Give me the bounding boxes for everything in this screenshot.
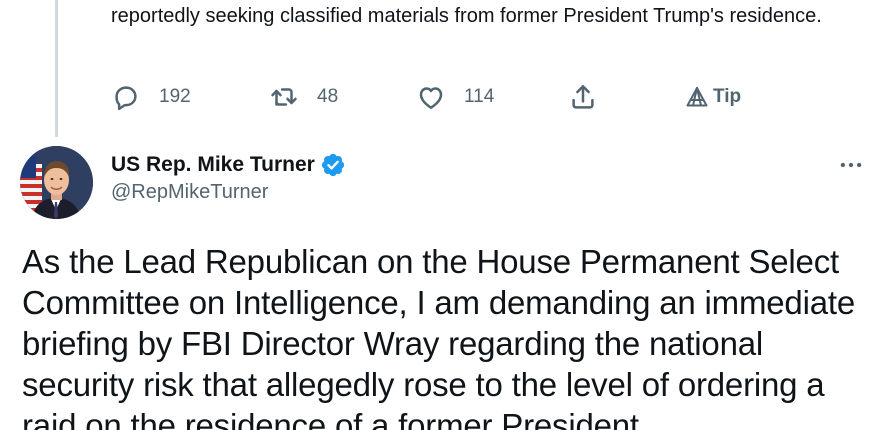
- tweet-text: As the Lead Republican on the House Perm…: [22, 243, 855, 430]
- like-count: 114: [464, 86, 495, 107]
- tip-icon: [686, 87, 708, 107]
- avatar-image: [20, 146, 93, 219]
- tip-button[interactable]: Tip: [685, 80, 741, 114]
- author-name-row: US Rep. Mike Turner: [111, 150, 346, 180]
- reply-count: 192: [159, 86, 191, 107]
- share-button[interactable]: [568, 80, 598, 114]
- verified-badge-icon: [321, 153, 344, 177]
- author-name[interactable]: US Rep. Mike Turner: [111, 153, 315, 177]
- retweet-button[interactable]: 48: [269, 80, 338, 114]
- retweet-count: 48: [317, 86, 339, 107]
- tweet-author: US Rep. Mike Turner @RepMikeTurner: [111, 150, 346, 204]
- more-options-button[interactable]: [834, 148, 868, 182]
- tip-label: Tip: [713, 86, 742, 107]
- like-icon: [419, 87, 443, 109]
- reply-icon: [115, 86, 137, 111]
- more-options-icon: [840, 162, 862, 168]
- reply-button[interactable]: 192: [111, 80, 191, 114]
- share-icon: [572, 85, 594, 109]
- like-button[interactable]: 114: [416, 80, 494, 114]
- retweet-icon: [271, 88, 297, 106]
- author-handle[interactable]: @RepMikeTurner: [111, 181, 346, 204]
- previous-tweet-actions: 192 48 114 Tip: [111, 80, 811, 114]
- previous-tweet-text: reportedly seeking classified materials …: [111, 5, 822, 27]
- author-avatar[interactable]: [20, 146, 93, 219]
- tweet-thread: reportedly seeking classified materials …: [0, 0, 888, 430]
- thread-connector-line: [55, 0, 58, 137]
